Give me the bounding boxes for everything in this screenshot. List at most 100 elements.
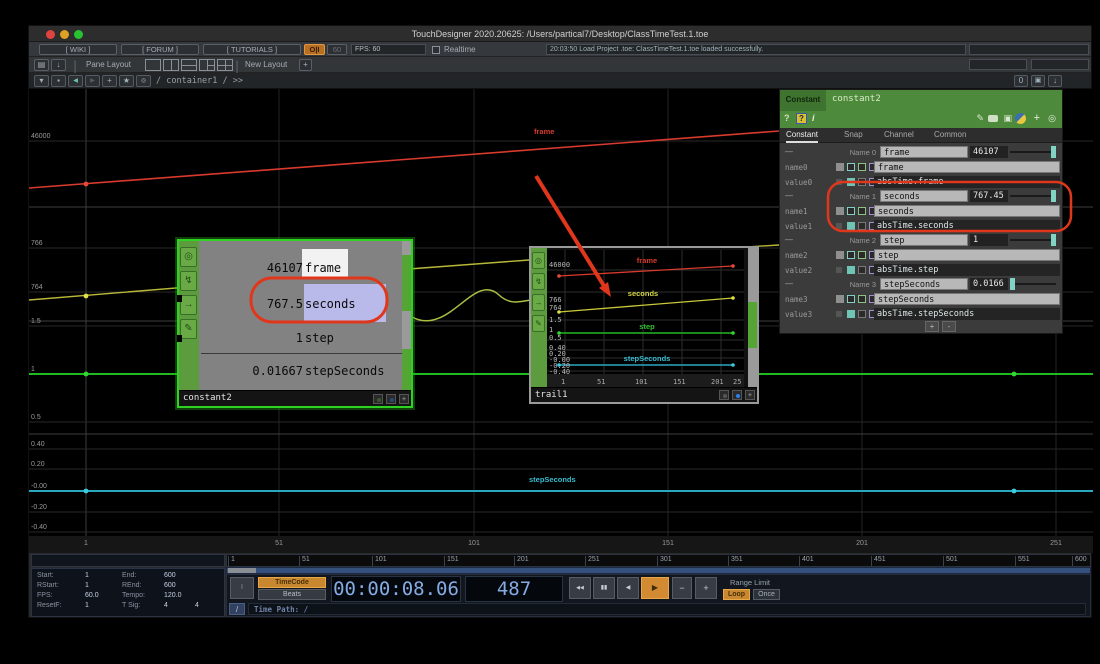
comment-icon[interactable] (988, 115, 998, 122)
new-layout-add-button[interactable]: + (299, 59, 312, 71)
tab-snap[interactable]: Snap (844, 130, 863, 139)
checkbox[interactable] (858, 295, 866, 303)
node-trail1[interactable]: ◎ ↯ → ✎ (529, 246, 759, 404)
play-button[interactable]: ▶ (641, 577, 669, 599)
constant2-name-bar[interactable]: constant2 + (179, 390, 411, 406)
bypass-flag-icon[interactable]: ↯ (532, 273, 545, 290)
checkbox[interactable] (836, 311, 842, 317)
beats-mode-button[interactable]: Beats (258, 589, 326, 600)
info-icon[interactable]: i (812, 113, 815, 123)
checkbox[interactable] (836, 295, 844, 303)
layout-single-button[interactable] (145, 59, 161, 71)
layout-mixed-button[interactable] (199, 59, 215, 71)
speed-plus-button[interactable]: + (695, 577, 717, 599)
name0-value[interactable]: 46107 (970, 146, 1008, 158)
loop-button[interactable]: Loop (723, 589, 750, 600)
name2-input[interactable]: step (880, 234, 968, 246)
step-back-button[interactable]: ◀ (617, 577, 639, 599)
output-connector[interactable] (402, 349, 411, 395)
trail1-scrollbar[interactable] (748, 248, 757, 387)
timeline-range-bar[interactable] (226, 567, 1091, 574)
layout-quad-button[interactable] (217, 59, 233, 71)
star-icon[interactable]: ★ (119, 75, 134, 87)
checkbox[interactable] (858, 163, 866, 171)
layout-vsplit-button[interactable] (163, 59, 179, 71)
constant2-row-stepseconds[interactable]: 0.01667 stepSeconds (199, 355, 401, 389)
bypass-flag-icon[interactable]: ↯ (180, 271, 197, 291)
pause-button[interactable]: ▮▮ (593, 577, 615, 599)
lock-flag-icon[interactable]: ✎ (180, 319, 197, 339)
checkbox[interactable] (858, 207, 866, 215)
input-connector[interactable] (177, 295, 182, 302)
constant2-row-step[interactable]: 1 step (199, 322, 401, 356)
lock-flag-icon[interactable]: ✎ (532, 315, 545, 332)
node-comment-button[interactable] (386, 394, 396, 404)
fps-field[interactable]: FPS: 60 (351, 44, 426, 55)
tab-common[interactable]: Common (934, 130, 966, 139)
forum-button[interactable]: [ FORUM ] (121, 44, 199, 55)
nav-back-icon[interactable]: ◀ (68, 75, 83, 87)
pane-type-dropdown[interactable]: ▾ (34, 75, 49, 87)
checkbox[interactable] (858, 178, 866, 186)
checkbox[interactable] (847, 163, 855, 171)
help-icon[interactable]: ? (784, 113, 790, 123)
checkbox[interactable] (847, 178, 855, 186)
nav-forward-icon[interactable]: ▶ (85, 75, 100, 87)
speed-minus-button[interactable]: − (672, 577, 692, 599)
language-pencil-icon[interactable]: ✎ (976, 113, 984, 124)
checkbox[interactable] (836, 251, 844, 259)
context-help-icon[interactable]: ? (796, 113, 807, 124)
node-add-button[interactable]: + (745, 390, 755, 400)
oi-toggle-button[interactable]: O|I (304, 44, 325, 55)
trail1-name-bar[interactable]: trail1 + (531, 387, 757, 402)
name2-field[interactable]: step (874, 249, 1060, 261)
name1-input[interactable]: seconds (880, 190, 968, 202)
tab-channel[interactable]: Channel (884, 130, 914, 139)
export-flag-icon[interactable]: → (180, 295, 197, 315)
name1-value[interactable]: 767.45 (970, 190, 1008, 202)
checkbox[interactable] (847, 310, 855, 318)
checkbox[interactable] (847, 266, 855, 274)
checkbox[interactable] (858, 251, 866, 259)
name1-slider[interactable] (1010, 195, 1056, 197)
breadcrumb[interactable]: / container1 / >> (156, 76, 243, 86)
checkbox[interactable] (858, 266, 866, 274)
wiki-button[interactable]: [ WIKI ] (39, 44, 117, 55)
pane-index-button[interactable]: 0 (1014, 75, 1028, 87)
once-button[interactable]: Once (753, 589, 780, 600)
checkbox[interactable] (858, 222, 866, 230)
name3-field[interactable]: stepSeconds (874, 293, 1060, 305)
pane-split-icon[interactable]: ↓ (1048, 75, 1062, 87)
name1-field[interactable]: seconds (874, 205, 1060, 217)
output-connector[interactable] (402, 255, 411, 311)
remove-row-button[interactable]: - (942, 321, 956, 332)
rewind-button[interactable]: ◀◀ (569, 577, 591, 599)
constant2-row-frame[interactable]: 46107 frame (199, 252, 401, 286)
name2-slider[interactable] (1010, 239, 1056, 241)
viewer-flag-icon[interactable]: ◎ (180, 247, 197, 267)
time-path-slash-button[interactable]: / (229, 603, 245, 615)
value0-field[interactable]: absTime.frame (874, 176, 1060, 188)
value1-field[interactable]: absTime.seconds (874, 220, 1060, 232)
name3-value[interactable]: 0.0166 (970, 278, 1008, 290)
checkbox[interactable] (847, 222, 855, 230)
node-constant2[interactable]: ◎ ↯ → ✎ 46107 frame 767.5 seconds (179, 241, 411, 406)
checkbox[interactable] (847, 251, 855, 259)
node-color-button[interactable] (719, 390, 729, 400)
stop-icon[interactable]: ▪ (51, 75, 66, 87)
viewer-flag-icon[interactable]: ◎ (532, 252, 545, 269)
add-parameter-icon[interactable]: + (1034, 112, 1040, 124)
name3-input[interactable]: stepSeconds (880, 278, 968, 290)
pane-maximize-icon[interactable]: ▣ (1031, 75, 1045, 87)
target-icon[interactable]: ◎ (1048, 113, 1056, 124)
tab-constant[interactable]: Constant (786, 130, 818, 143)
network-editor-pane[interactable]: 46000 766 764 1.5 1 0.5 0.40 0.20 -0.00 … (29, 89, 1093, 553)
node-comment-button[interactable] (732, 390, 742, 400)
dock-icon[interactable]: ↓ (51, 59, 66, 71)
node-add-button[interactable]: + (399, 394, 409, 404)
bookmark-icon[interactable]: ◎ (136, 75, 151, 87)
timeline-ruler[interactable]: 1 51 101 151 201 251 301 351 401 451 501… (226, 554, 1091, 567)
checkbox[interactable] (836, 267, 842, 273)
timecode-mode-button[interactable]: TimeCode (258, 577, 326, 588)
value3-field[interactable]: absTime.stepSeconds (874, 308, 1060, 320)
